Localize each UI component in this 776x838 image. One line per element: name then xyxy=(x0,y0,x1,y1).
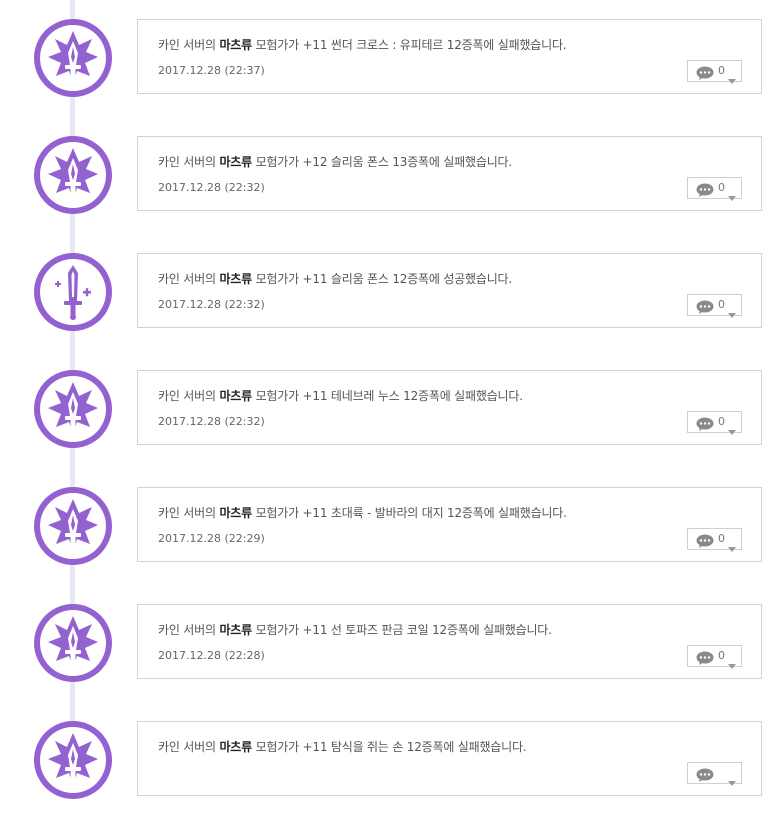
character-name[interactable]: 마츠류 xyxy=(219,155,252,169)
comment-bubble-icon xyxy=(696,767,714,786)
comment-bubble-icon xyxy=(696,533,714,552)
comment-button[interactable]: 0 xyxy=(687,294,742,318)
notification-card: 카인 서버의 마츠류 모험가가 +11 선 토파즈 판금 코일 12증폭에 실패… xyxy=(137,604,762,679)
message-prefix: 카인 서버의 xyxy=(158,740,220,754)
chevron-down-icon xyxy=(728,186,736,205)
character-name[interactable]: 마츠류 xyxy=(219,506,252,520)
character-name[interactable]: 마츠류 xyxy=(219,38,252,52)
message-prefix: 카인 서버의 xyxy=(158,155,220,169)
timestamp: 2017.12.28 (22:37) xyxy=(158,64,265,77)
timestamp: 2017.12.28 (22:32) xyxy=(158,298,265,311)
chevron-down-icon xyxy=(728,771,736,790)
comment-button[interactable]: 0 xyxy=(687,645,742,669)
fail-sword-icon xyxy=(34,136,112,214)
fail-sword-icon xyxy=(34,19,112,97)
comment-bubble-icon xyxy=(696,650,714,669)
fail-sword-icon xyxy=(34,370,112,448)
message-body: 모험가가 +11 선 토파즈 판금 코일 12증폭에 실패했습니다. xyxy=(251,623,552,637)
timeline-entry: 카인 서버의 마츠류 모험가가 +11 썬더 크로스 : 유피테르 12증폭에 … xyxy=(0,19,776,136)
fail-sword-icon xyxy=(34,604,112,682)
comment-count: 0 xyxy=(718,64,725,77)
fail-sword-icon xyxy=(34,487,112,565)
comment-button[interactable] xyxy=(687,762,742,786)
character-name[interactable]: 마츠류 xyxy=(219,740,252,754)
message-body: 모험가가 +12 슬리움 폰스 13증폭에 실패했습니다. xyxy=(251,155,513,169)
character-name[interactable]: 마츠류 xyxy=(219,623,252,637)
notification-message: 카인 서버의 마츠류 모험가가 +11 썬더 크로스 : 유피테르 12증폭에 … xyxy=(158,36,567,53)
timestamp: 2017.12.28 (22:29) xyxy=(158,532,265,545)
message-body: 모험가가 +11 테네브레 누스 12증폭에 실패했습니다. xyxy=(251,389,523,403)
notification-card: 카인 서버의 마츠류 모험가가 +11 썬더 크로스 : 유피테르 12증폭에 … xyxy=(137,19,762,94)
notification-message: 카인 서버의 마츠류 모험가가 +11 선 토파즈 판금 코일 12증폭에 실패… xyxy=(158,621,552,638)
notification-card: 카인 서버의 마츠류 모험가가 +12 슬리움 폰스 13증폭에 실패했습니다.… xyxy=(137,136,762,211)
notification-card: 카인 서버의 마츠류 모험가가 +11 탐식을 쥐는 손 12증폭에 실패했습니… xyxy=(137,721,762,796)
notification-message: 카인 서버의 마츠류 모험가가 +11 초대륙 - 발바라의 대지 12증폭에 … xyxy=(158,504,567,521)
notification-message: 카인 서버의 마츠류 모험가가 +12 슬리움 폰스 13증폭에 실패했습니다. xyxy=(158,153,512,170)
message-prefix: 카인 서버의 xyxy=(158,506,220,520)
message-prefix: 카인 서버의 xyxy=(158,38,220,52)
notification-message: 카인 서버의 마츠류 모험가가 +11 탐식을 쥐는 손 12증폭에 실패했습니… xyxy=(158,738,527,755)
comment-bubble-icon xyxy=(696,182,714,201)
notification-message: 카인 서버의 마츠류 모험가가 +11 슬리움 폰스 12증폭에 성공했습니다. xyxy=(158,270,512,287)
message-body: 모험가가 +11 탐식을 쥐는 손 12증폭에 실패했습니다. xyxy=(251,740,527,754)
timeline-entry: 카인 서버의 마츠류 모험가가 +11 슬리움 폰스 12증폭에 성공했습니다.… xyxy=(0,253,776,370)
message-body: 모험가가 +11 초대륙 - 발바라의 대지 12증폭에 실패했습니다. xyxy=(251,506,567,520)
message-prefix: 카인 서버의 xyxy=(158,623,220,637)
chevron-down-icon xyxy=(728,537,736,556)
comment-count: 0 xyxy=(718,181,725,194)
message-body: 모험가가 +11 썬더 크로스 : 유피테르 12증폭에 실패했습니다. xyxy=(251,38,567,52)
notification-card: 카인 서버의 마츠류 모험가가 +11 초대륙 - 발바라의 대지 12증폭에 … xyxy=(137,487,762,562)
chevron-down-icon xyxy=(728,654,736,673)
timeline-entry: 카인 서버의 마츠류 모험가가 +12 슬리움 폰스 13증폭에 실패했습니다.… xyxy=(0,136,776,253)
chevron-down-icon xyxy=(728,420,736,439)
message-body: 모험가가 +11 슬리움 폰스 12증폭에 성공했습니다. xyxy=(251,272,513,286)
timeline-entry: 카인 서버의 마츠류 모험가가 +11 탐식을 쥐는 손 12증폭에 실패했습니… xyxy=(0,721,776,838)
character-name[interactable]: 마츠류 xyxy=(219,389,252,403)
chevron-down-icon xyxy=(728,69,736,88)
message-prefix: 카인 서버의 xyxy=(158,272,220,286)
comment-button[interactable]: 0 xyxy=(687,411,742,435)
notification-message: 카인 서버의 마츠류 모험가가 +11 테네브레 누스 12증폭에 실패했습니다… xyxy=(158,387,523,404)
notification-card: 카인 서버의 마츠류 모험가가 +11 슬리움 폰스 12증폭에 성공했습니다.… xyxy=(137,253,762,328)
comment-bubble-icon xyxy=(696,416,714,435)
comment-count: 0 xyxy=(718,298,725,311)
character-name[interactable]: 마츠류 xyxy=(219,272,252,286)
notification-card: 카인 서버의 마츠류 모험가가 +11 테네브레 누스 12증폭에 실패했습니다… xyxy=(137,370,762,445)
timeline-entry: 카인 서버의 마츠류 모험가가 +11 테네브레 누스 12증폭에 실패했습니다… xyxy=(0,370,776,487)
chevron-down-icon xyxy=(728,303,736,322)
comment-button[interactable]: 0 xyxy=(687,60,742,84)
timestamp: 2017.12.28 (22:28) xyxy=(158,649,265,662)
fail-sword-icon xyxy=(34,721,112,799)
comment-count: 0 xyxy=(718,415,725,428)
comment-button[interactable]: 0 xyxy=(687,528,742,552)
timeline-entry: 카인 서버의 마츠류 모험가가 +11 선 토파즈 판금 코일 12증폭에 실패… xyxy=(0,604,776,721)
timestamp: 2017.12.28 (22:32) xyxy=(158,181,265,194)
timeline-entry: 카인 서버의 마츠류 모험가가 +11 초대륙 - 발바라의 대지 12증폭에 … xyxy=(0,487,776,604)
comment-bubble-icon xyxy=(696,299,714,318)
success-sword-icon xyxy=(34,253,112,331)
comment-count: 0 xyxy=(718,649,725,662)
message-prefix: 카인 서버의 xyxy=(158,389,220,403)
timestamp: 2017.12.28 (22:32) xyxy=(158,415,265,428)
comment-count: 0 xyxy=(718,532,725,545)
comment-bubble-icon xyxy=(696,65,714,84)
comment-button[interactable]: 0 xyxy=(687,177,742,201)
